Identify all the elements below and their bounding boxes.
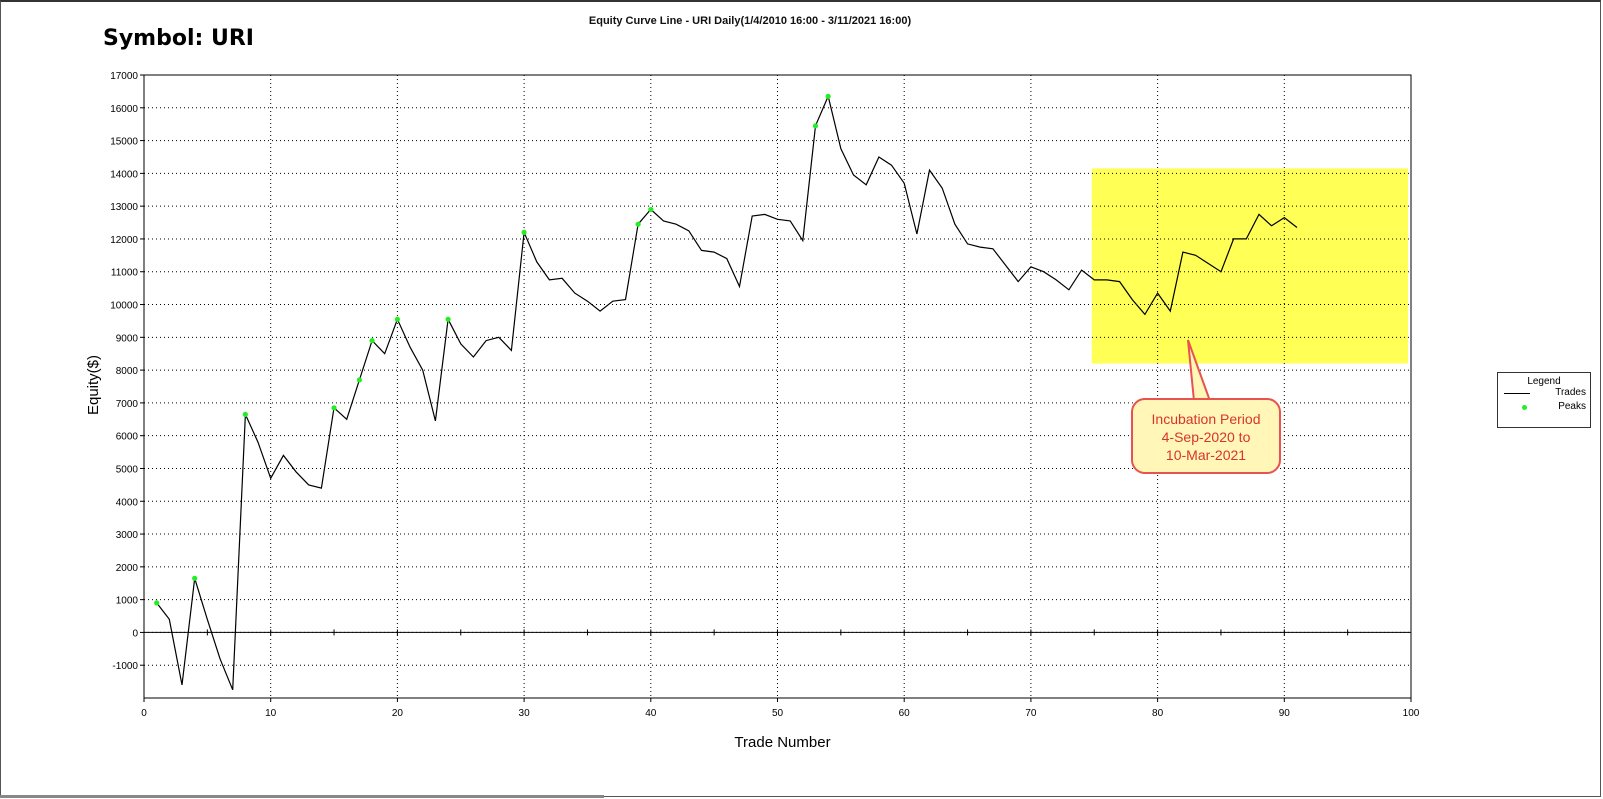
x-tick-label: 20 (392, 708, 404, 719)
x-tick-label: 0 (141, 708, 147, 719)
peak-point (331, 405, 337, 411)
peak-point (154, 600, 160, 606)
incubation-callout: Incubation Period 4-Sep-2020 to 10-Mar-2… (1131, 398, 1281, 474)
peak-point (369, 337, 375, 344)
y-tick-label: -1000 (112, 661, 138, 672)
peak-point (648, 206, 654, 213)
x-tick-label: 70 (1025, 708, 1037, 719)
x-tick-label: 40 (645, 708, 657, 719)
y-tick-label: 3000 (116, 530, 139, 541)
callout-line-2: 4-Sep-2020 to (1161, 429, 1251, 445)
x-tick-label: 80 (1152, 708, 1164, 719)
callout-line-1: Incubation Period (1151, 411, 1261, 427)
y-tick-label: 13000 (110, 202, 138, 213)
y-tick-label: 6000 (116, 432, 139, 443)
x-tick-label: 50 (772, 708, 784, 719)
legend-item-trades: Trades (1498, 387, 1590, 401)
y-tick-label: 0 (132, 628, 138, 639)
equity-chart: -100001000200030004000500060007000800090… (85, 71, 1420, 751)
y-tick-label: 4000 (116, 497, 139, 508)
legend-label-trades: Trades (1555, 387, 1586, 398)
y-tick-label: 12000 (110, 235, 138, 246)
y-tick-label: 10000 (110, 301, 138, 312)
bottom-rule (0, 795, 604, 798)
x-tick-label: 90 (1279, 708, 1291, 719)
legend-item-peaks: Peaks (1498, 401, 1590, 415)
peak-point (242, 411, 248, 417)
y-tick-label: 1000 (116, 596, 139, 607)
peak-point (445, 316, 451, 322)
y-axis-label: Equity($) (85, 355, 102, 415)
x-tick-label: 30 (519, 708, 531, 719)
peak-point (635, 221, 641, 227)
peak-point (825, 93, 831, 99)
y-tick-label: 7000 (116, 399, 139, 410)
y-tick-label: 2000 (116, 563, 139, 574)
y-tick-label: 8000 (116, 366, 139, 377)
y-tick-label: 14000 (110, 169, 138, 180)
peak-point (192, 575, 198, 581)
x-tick-label: 60 (899, 708, 911, 719)
x-tick-label: 10 (265, 708, 277, 719)
y-tick-label: 15000 (110, 137, 138, 148)
peak-point (521, 229, 527, 235)
y-tick-label: 5000 (116, 464, 139, 475)
y-tick-label: 17000 (110, 71, 138, 82)
x-tick-label: 100 (1403, 708, 1420, 719)
legend-dot-swatch (1522, 405, 1527, 410)
y-tick-label: 11000 (111, 268, 139, 279)
peak-point (356, 377, 362, 383)
peak-point (812, 123, 819, 129)
y-tick-label: 9000 (116, 333, 139, 344)
legend: Legend Trades Peaks (1497, 372, 1591, 428)
x-axis-label: Trade Number (734, 734, 830, 751)
legend-line-swatch (1504, 393, 1530, 394)
peak-point (394, 316, 400, 322)
legend-label-peaks: Peaks (1558, 401, 1586, 412)
y-tick-label: 16000 (110, 104, 138, 115)
incubation-region (1091, 168, 1408, 364)
legend-title: Legend (1527, 376, 1561, 387)
callout-line-3: 10-Mar-2021 (1165, 447, 1247, 463)
